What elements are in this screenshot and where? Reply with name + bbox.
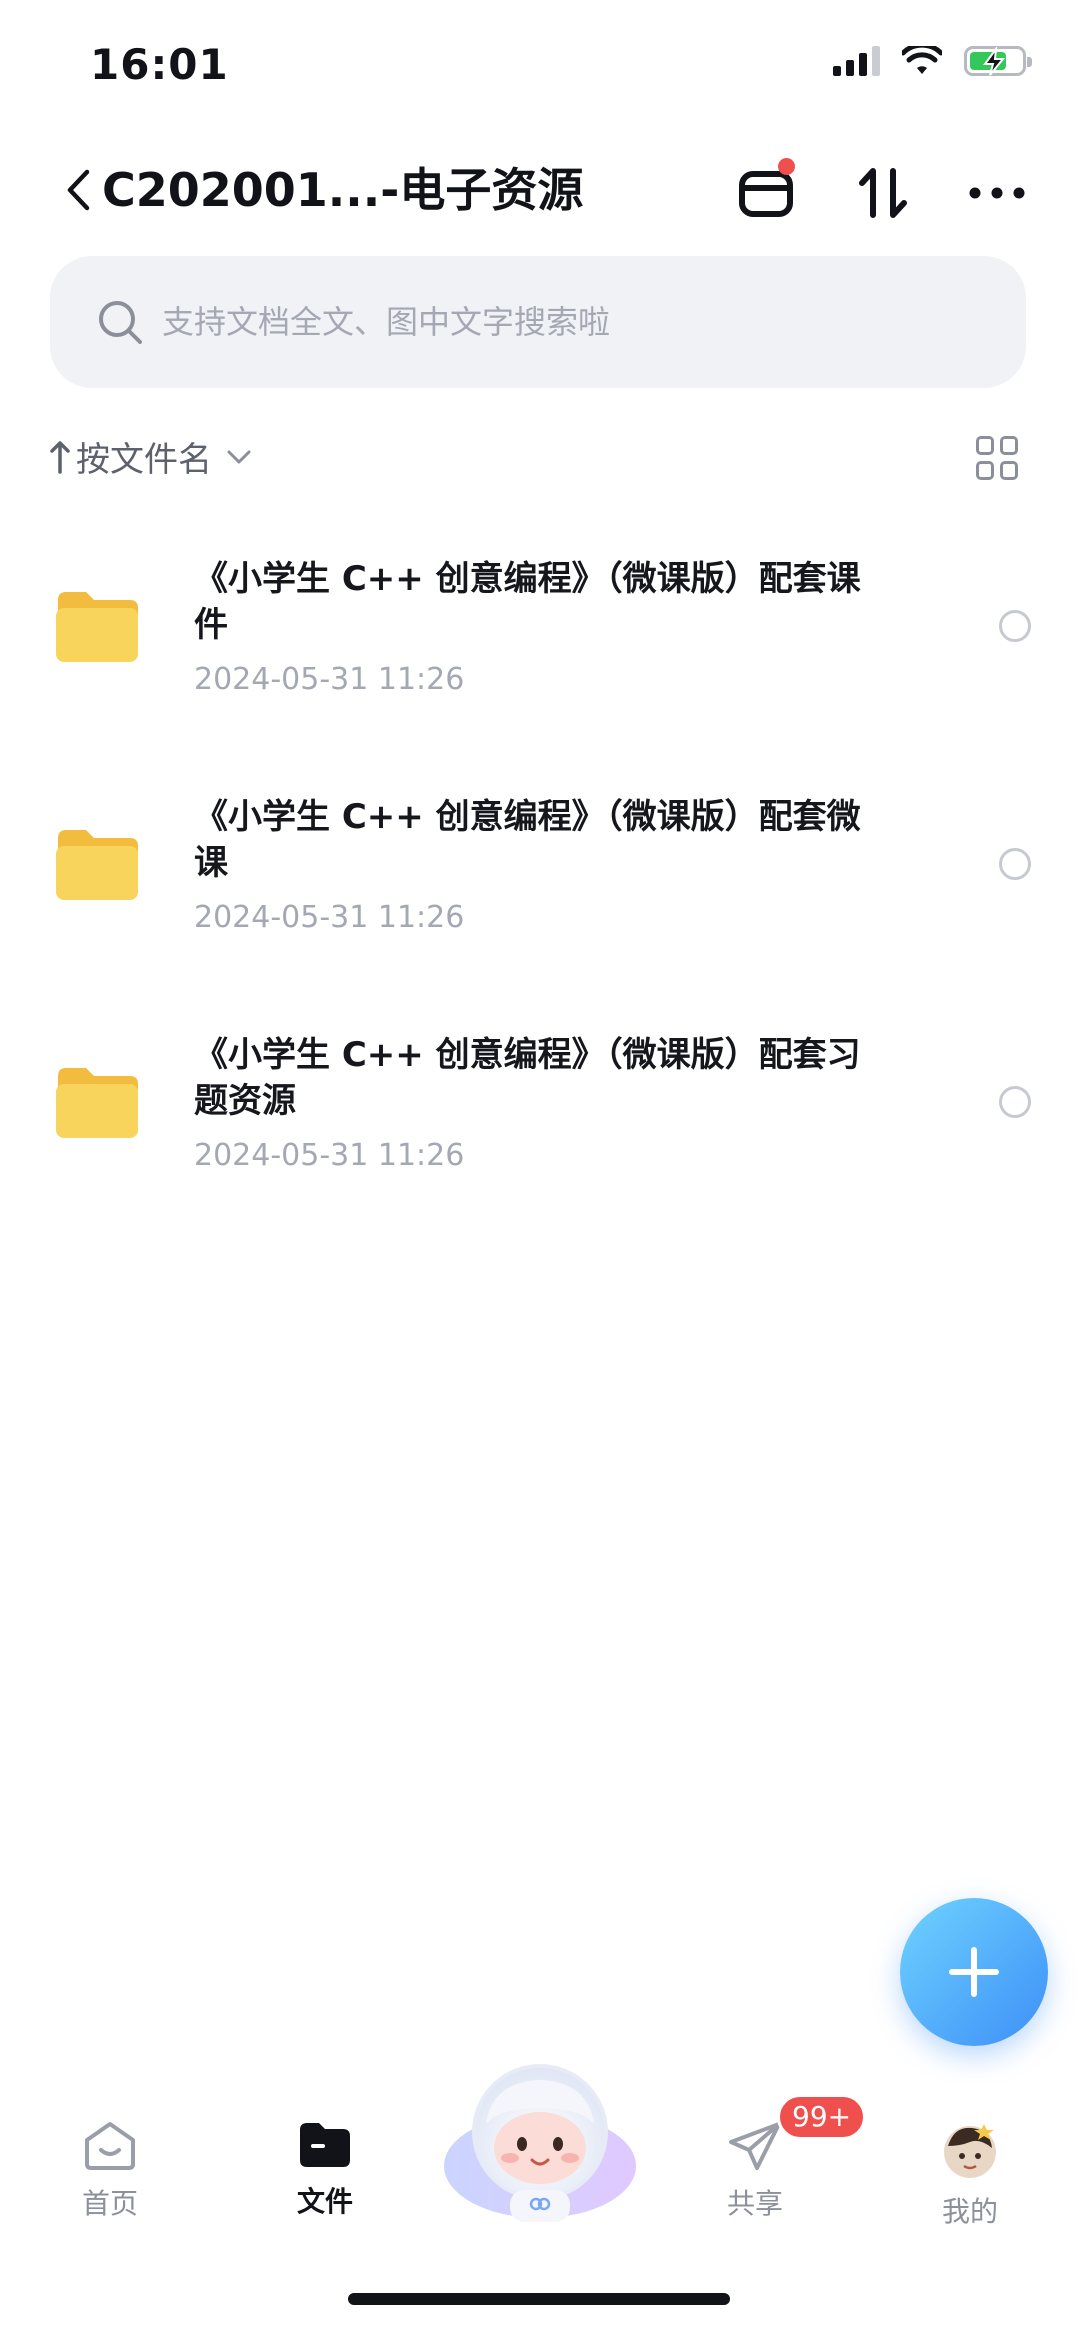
- plus-icon: [949, 1947, 999, 1997]
- tab-files[interactable]: 文件: [255, 2120, 395, 2220]
- add-button[interactable]: [900, 1898, 1048, 2046]
- avatar: [944, 2124, 996, 2178]
- status-icons: [833, 46, 1032, 76]
- tab-files-label: 文件: [296, 2185, 353, 2218]
- tab-share-label: 共享: [726, 2187, 783, 2220]
- file-date: 2024-05-31 11:26: [194, 662, 465, 697]
- more-button[interactable]: [962, 158, 1032, 228]
- file-date: 2024-05-31 11:26: [194, 1138, 465, 1173]
- sort-selector[interactable]: 按文件名: [50, 432, 252, 481]
- list-item[interactable]: 《小学生 C++ 创意编程》（微课版）配套习题资源 2024-05-31 11:…: [0, 1026, 1080, 1264]
- search-icon: [99, 301, 142, 344]
- tab-me[interactable]: 我的: [900, 2120, 1040, 2230]
- folder-icon: [56, 592, 138, 662]
- search-bar[interactable]: [50, 256, 1026, 388]
- select-checkbox[interactable]: [999, 610, 1031, 642]
- file-date: 2024-05-31 11:26: [194, 900, 465, 935]
- status-time: 16:01: [90, 40, 229, 89]
- tab-home[interactable]: 首页: [40, 2120, 180, 2222]
- file-name: 《小学生 C++ 创意编程》（微课版）配套课件: [194, 559, 861, 645]
- folder-icon: [56, 1068, 138, 1138]
- tab-home-label: 首页: [81, 2187, 138, 2220]
- list-item[interactable]: 《小学生 C++ 创意编程》（微课版）配套微课 2024-05-31 11:26: [0, 788, 1080, 1026]
- chevron-left-icon: [67, 169, 90, 211]
- tab-me-label: 我的: [941, 2195, 998, 2228]
- chevron-down-icon: [227, 450, 251, 463]
- battery-icon: [964, 46, 1032, 76]
- page-title: C202001...-电子资源: [102, 163, 584, 217]
- notification-dot: [778, 158, 795, 175]
- sort-label: 按文件名: [76, 440, 212, 480]
- grid-view-toggle[interactable]: [976, 436, 1020, 480]
- file-name: 《小学生 C++ 创意编程》（微课版）配套习题资源: [194, 1035, 861, 1121]
- back-button[interactable]: [56, 160, 100, 220]
- list-item[interactable]: 《小学生 C++ 创意编程》（微课版）配套课件 2024-05-31 11:26: [0, 550, 1080, 788]
- more-horizontal-icon: [969, 187, 1025, 199]
- signal-icon: [833, 46, 880, 76]
- search-input[interactable]: [160, 302, 984, 342]
- share-badge: 99+: [777, 2094, 867, 2140]
- home-icon: [85, 2122, 135, 2170]
- select-checkbox[interactable]: [999, 848, 1031, 880]
- home-indicator: [348, 2293, 730, 2305]
- tab-share[interactable]: 99+ 共享: [685, 2094, 867, 2222]
- paper-plane-icon: [729, 2122, 781, 2170]
- recycle-bin-button[interactable]: [731, 158, 801, 228]
- folder-filled-icon: [300, 2123, 350, 2167]
- folder-icon: [56, 830, 138, 900]
- up-down-arrows-icon: [859, 168, 907, 218]
- wifi-icon: [902, 46, 942, 74]
- transfer-button[interactable]: [848, 158, 918, 228]
- assistant-mascot-icon: [444, 2064, 636, 2222]
- ai-assistant-button[interactable]: [440, 2054, 640, 2234]
- select-checkbox[interactable]: [999, 1086, 1031, 1118]
- file-name: 《小学生 C++ 创意编程》（微课版）配套微课: [194, 797, 861, 883]
- arrow-up-icon: [50, 440, 70, 474]
